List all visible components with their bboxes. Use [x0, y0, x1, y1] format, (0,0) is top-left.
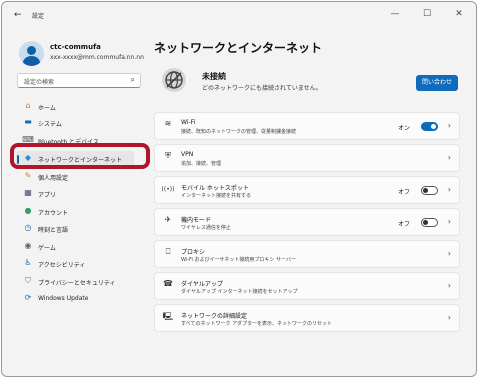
page-title: ネットワークとインターネット: [154, 41, 323, 55]
minimize-icon[interactable]: —: [388, 9, 402, 19]
connection-status-title: 未接続: [202, 72, 226, 81]
search-icon: ⌕: [130, 75, 135, 84]
chevron-right-icon: ›: [447, 217, 451, 226]
search-input[interactable]: 設定の検索 ⌕: [17, 73, 141, 88]
advanced-network-icon: 🖳: [162, 312, 174, 321]
card-title: Wi-Fi: [181, 119, 196, 126]
sidebar-item-label: アクセシビリティ: [38, 262, 86, 269]
sidebar-item-label: プライバシーとセキュリティ: [38, 280, 116, 287]
card-subtitle: 追加、接続、管理: [181, 161, 222, 167]
avatar-body-shape: [23, 56, 40, 66]
card-title: モバイル ホットスポット: [181, 185, 249, 192]
main-content: ネットワークとインターネット 未接続 どのネットワークにも接続されていません。 …: [150, 28, 476, 376]
card-subtitle: Wi-Fi およびイーサネット接続用プロキシ サーバー: [181, 257, 296, 263]
title-bar: ← 設定 — ☐ ✕: [2, 2, 476, 28]
user-email: xxx-xxxx@mm.commufa.nn.nn: [50, 54, 144, 61]
hotspot-icon: ((•)): [161, 186, 175, 193]
callout-highlight-box: [10, 143, 150, 169]
settings-window: ← 設定 — ☐ ✕ ctc-commufa xxx-xxxx@mm.commu…: [1, 1, 477, 377]
card-subtitle: すべてのネットワーク アダプターを表示、ネットワークのリセット: [181, 321, 333, 327]
clock-globe-icon: ◷: [24, 223, 32, 232]
toggle-label: オン: [397, 125, 410, 132]
hotspot-toggle[interactable]: [421, 186, 438, 195]
sidebar-item-apps[interactable]: ▦ アプリ: [16, 186, 134, 203]
hotspot-card[interactable]: ((•)) モバイル ホットスポット インターネット接続を共有する オフ ›: [154, 176, 460, 204]
sidebar-item-accounts[interactable]: ● アカウント: [16, 204, 134, 221]
sidebar-item-gaming[interactable]: ◉ ゲーム: [16, 239, 134, 256]
close-icon[interactable]: ✕: [452, 9, 466, 19]
sidebar-item-label: アカウント: [38, 210, 69, 217]
card-title: 機内モード: [181, 217, 212, 224]
proxy-icon: ⎕: [165, 247, 171, 256]
proxy-card[interactable]: ⎕ プロキシ Wi-Fi およびイーサネット接続用プロキシ サーバー ›: [154, 240, 460, 268]
contact-button[interactable]: 問い合わせ: [416, 75, 458, 91]
sidebar-item-time-language[interactable]: ◷ 時刻と言語: [16, 221, 134, 238]
toggle-knob: [431, 124, 436, 129]
card-title: プロキシ: [181, 249, 206, 256]
sidebar-item-personalization[interactable]: ✎ 個人用設定: [16, 169, 134, 186]
dialup-card[interactable]: ☎ ダイヤルアップ ダイヤルアップ インターネット接続をセットアップ ›: [154, 272, 460, 300]
vpn-card[interactable]: ⛨ VPN 追加、接続、管理 ›: [154, 144, 460, 172]
shield-icon: ⛉: [25, 276, 31, 285]
avatar[interactable]: [19, 41, 44, 66]
vpn-icon: ⛨: [165, 151, 171, 160]
card-title: ネットワークの詳細設定: [181, 313, 248, 320]
monitor-icon: ▬: [24, 117, 32, 126]
user-name: ctc-commufa: [50, 43, 101, 51]
card-subtitle: ワイヤレス通信を停止: [181, 225, 231, 231]
account-icon: ●: [24, 206, 32, 215]
sidebar: ctc-commufa xxx-xxxx@mm.commufa.nn.nn 設定…: [2, 28, 150, 376]
toggle-knob: [423, 220, 428, 225]
sidebar-item-home[interactable]: ⌂ ホーム: [16, 99, 134, 116]
back-arrow-icon[interactable]: ←: [14, 10, 22, 20]
accessibility-icon: ♿: [24, 258, 32, 267]
sidebar-item-system[interactable]: ▬ システム: [16, 115, 134, 132]
sidebar-item-label: 時刻と言語: [38, 227, 69, 234]
connection-status-subtitle: どのネットワークにも接続されていません。: [202, 85, 322, 92]
apps-icon: ▦: [24, 188, 32, 197]
window-title: 設定: [32, 13, 45, 20]
sidebar-item-label: ホーム: [38, 105, 56, 112]
chevron-right-icon: ›: [447, 249, 451, 258]
airplane-mode-card[interactable]: ✈ 機内モード ワイヤレス通信を停止 オフ ›: [154, 208, 460, 236]
card-title: ダイヤルアップ: [181, 281, 223, 288]
sidebar-item-privacy[interactable]: ⛉ プライバシーとセキュリティ: [16, 274, 134, 291]
card-subtitle: 接続、既知のネットワークの管理、従量制課金接続: [181, 129, 297, 135]
chevron-right-icon: ›: [447, 185, 451, 194]
sidebar-item-accessibility[interactable]: ♿ アクセシビリティ: [16, 256, 134, 273]
airplane-icon: ✈: [164, 215, 172, 224]
wifi-card[interactable]: ≋ Wi-Fi 接続、既知のネットワークの管理、従量制課金接続 オン ›: [154, 112, 460, 140]
toggle-label: オフ: [397, 189, 410, 196]
toggle-knob: [423, 188, 428, 193]
sidebar-item-label: ゲーム: [38, 245, 56, 252]
sidebar-item-windows-update[interactable]: ⟳ Windows Update: [16, 291, 134, 308]
avatar-head-shape: [27, 46, 36, 55]
sidebar-item-label: アプリ: [38, 192, 57, 199]
card-title: VPN: [181, 151, 194, 158]
search-placeholder: 設定の検索: [24, 79, 55, 86]
brush-icon: ✎: [24, 171, 32, 180]
sidebar-item-label: 個人用設定: [38, 175, 69, 182]
chevron-right-icon: ›: [447, 121, 451, 130]
wifi-toggle[interactable]: [421, 122, 438, 131]
card-subtitle: ダイヤルアップ インターネット接続をセットアップ: [181, 289, 298, 295]
home-icon: ⌂: [25, 101, 31, 110]
maximize-icon[interactable]: ☐: [420, 9, 434, 19]
chevron-right-icon: ›: [447, 313, 451, 322]
controller-icon: ◉: [24, 241, 32, 250]
dialup-icon: ☎: [163, 279, 173, 288]
airplane-mode-toggle[interactable]: [421, 218, 438, 227]
chevron-right-icon: ›: [447, 153, 451, 162]
chevron-right-icon: ›: [447, 281, 451, 290]
update-icon: ⟳: [24, 293, 32, 302]
toggle-label: オフ: [397, 221, 410, 228]
sidebar-item-label: システム: [38, 121, 62, 128]
advanced-network-card[interactable]: 🖳 ネットワークの詳細設定 すべてのネットワーク アダプターを表示、ネットワーク…: [154, 304, 460, 332]
wifi-icon: ≋: [164, 119, 172, 128]
globe-disconnected-icon: [162, 68, 186, 92]
sidebar-item-label: Windows Update: [38, 295, 89, 302]
card-subtitle: インターネット接続を共有する: [181, 193, 252, 199]
